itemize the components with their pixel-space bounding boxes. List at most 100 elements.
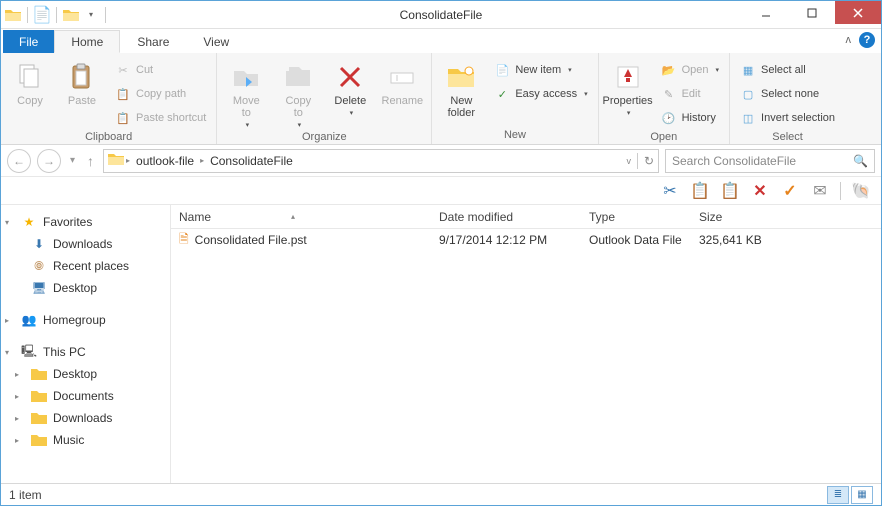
- ribbon-tabs: File Home Share View ʌ ?: [1, 29, 881, 53]
- ribbon-collapse-icon[interactable]: ʌ: [846, 34, 852, 46]
- sidebar-item-documents[interactable]: ▸Documents: [1, 385, 170, 407]
- mail-icon[interactable]: ✉: [810, 181, 830, 201]
- new-item-button[interactable]: 📄New item▾: [490, 59, 591, 81]
- clipboard-icon[interactable]: 📋: [720, 181, 740, 201]
- new-doc-icon[interactable]: 📄: [34, 7, 50, 23]
- status-bar: 1 item ≣ ▦: [1, 483, 881, 505]
- new-group: New folder 📄New item▾ ✓Easy access▾ New: [432, 53, 598, 144]
- address-dropdown-icon[interactable]: v: [626, 156, 631, 166]
- paste-shortcut-icon: 📋: [115, 110, 131, 126]
- column-date[interactable]: Date modified: [431, 210, 581, 224]
- copy-to-button[interactable]: Copy to▾: [275, 59, 321, 129]
- minimize-button[interactable]: [743, 1, 789, 24]
- folder-icon: [31, 388, 47, 404]
- move-to-button[interactable]: Move to▾: [223, 59, 269, 129]
- easy-access-button[interactable]: ✓Easy access▾: [490, 83, 591, 105]
- copy-button[interactable]: Copy: [7, 59, 53, 107]
- check-icon[interactable]: ✓: [780, 181, 800, 201]
- desktop-icon: 🖥: [31, 280, 47, 296]
- rename-button[interactable]: Rename: [379, 59, 425, 107]
- open-label: Open: [605, 129, 723, 146]
- help-icon[interactable]: ?: [859, 32, 875, 48]
- qat-dropdown-icon[interactable]: ▾: [83, 7, 99, 23]
- icons-view-button[interactable]: ▦: [851, 486, 873, 504]
- paste-shortcut-button[interactable]: 📋Paste shortcut: [111, 107, 210, 129]
- sidebar-item-desktop[interactable]: ▸Desktop: [1, 363, 170, 385]
- refresh-icon[interactable]: ↻: [644, 154, 654, 168]
- back-button[interactable]: ←: [7, 149, 31, 173]
- copy-icon[interactable]: 📋: [690, 181, 710, 201]
- search-input[interactable]: Search ConsolidateFile 🔍: [665, 149, 875, 173]
- edit-button[interactable]: ✎Edit: [657, 83, 723, 105]
- new-label: New: [438, 127, 591, 144]
- open-group: Properties▾ 📂Open▾ ✎Edit 🕑History Open: [599, 53, 730, 144]
- share-tab[interactable]: Share: [120, 30, 186, 53]
- address-bar[interactable]: ▸ outlook-file ▸ ConsolidateFile v ↻: [103, 149, 659, 173]
- breadcrumb[interactable]: ConsolidateFile: [206, 154, 297, 168]
- sidebar-item-recent-places[interactable]: 🞋Recent places: [1, 255, 170, 277]
- file-tab[interactable]: File: [3, 30, 54, 53]
- edit-icon: ✎: [661, 86, 677, 102]
- clipboard-group: Copy Paste ✂Cut 📋Copy path 📋Paste shortc…: [1, 53, 217, 144]
- this-pc-root[interactable]: ▾🖳This PC: [1, 341, 170, 363]
- new-folder-icon: [445, 61, 477, 93]
- organize-label: Organize: [223, 129, 425, 146]
- file-list: Name▴ Date modified Type Size 🗎Consolida…: [171, 205, 881, 483]
- properties-icon: [612, 61, 644, 93]
- close-button[interactable]: [835, 1, 881, 24]
- folder-icon: [5, 7, 21, 23]
- homegroup-root[interactable]: ▸👥Homegroup: [1, 309, 170, 331]
- item-count: 1 item: [9, 488, 42, 502]
- sidebar-item-desktop[interactable]: 🖥Desktop: [1, 277, 170, 299]
- select-label: Select: [736, 129, 839, 146]
- paste-icon: [66, 61, 98, 93]
- title-bar: 📄 ▾ ConsolidateFile: [1, 1, 881, 29]
- copy-path-button[interactable]: 📋Copy path: [111, 83, 210, 105]
- invert-selection-button[interactable]: ◫Invert selection: [736, 107, 839, 129]
- details-view-button[interactable]: ≣: [827, 486, 849, 504]
- select-none-icon: ▢: [740, 86, 756, 102]
- scissors-icon[interactable]: ✂: [660, 181, 680, 201]
- sidebar-item-music[interactable]: ▸Music: [1, 429, 170, 451]
- pst-file-icon: 🗎: [179, 230, 189, 251]
- downloads-icon: ⬇: [31, 236, 47, 252]
- home-tab[interactable]: Home: [54, 30, 120, 53]
- history-button[interactable]: 🕑History: [657, 107, 723, 129]
- open-button[interactable]: 📂Open▾: [657, 59, 723, 81]
- column-type[interactable]: Type: [581, 210, 691, 224]
- copy-path-icon: 📋: [115, 86, 131, 102]
- delete-button[interactable]: Delete▾: [327, 59, 373, 117]
- cut-button[interactable]: ✂Cut: [111, 59, 210, 81]
- window-title: ConsolidateFile: [400, 8, 483, 22]
- easy-access-icon: ✓: [494, 86, 510, 102]
- select-all-button[interactable]: ▦Select all: [736, 59, 839, 81]
- shell-icon[interactable]: 🐚: [851, 181, 871, 201]
- maximize-button[interactable]: [789, 1, 835, 24]
- navigation-pane: ▾★Favorites ⬇Downloads 🞋Recent places 🖥D…: [1, 205, 171, 483]
- recent-locations-dropdown[interactable]: ▾: [67, 155, 78, 166]
- sidebar-item-downloads[interactable]: ⬇Downloads: [1, 233, 170, 255]
- forward-button[interactable]: →: [37, 149, 61, 173]
- sidebar-item-downloads[interactable]: ▸Downloads: [1, 407, 170, 429]
- new-folder-button[interactable]: New folder: [438, 59, 484, 119]
- delete-icon: [334, 61, 366, 93]
- select-none-button[interactable]: ▢Select none: [736, 83, 839, 105]
- folder-icon: [31, 410, 47, 426]
- sort-indicator-icon: ▴: [291, 212, 295, 221]
- pc-icon: 🖳: [21, 344, 37, 360]
- recent-icon: 🞋: [31, 258, 47, 274]
- select-group: ▦Select all ▢Select none ◫Invert selecti…: [730, 53, 845, 144]
- file-row[interactable]: 🗎Consolidated File.pst 9/17/2014 12:12 P…: [171, 229, 881, 251]
- column-size[interactable]: Size: [691, 210, 791, 224]
- navigation-bar: ← → ▾ ↑ ▸ outlook-file ▸ ConsolidateFile…: [1, 145, 881, 177]
- properties-button[interactable]: Properties▾: [605, 59, 651, 117]
- up-button[interactable]: ↑: [84, 153, 97, 169]
- column-headers: Name▴ Date modified Type Size: [171, 205, 881, 229]
- view-tab[interactable]: View: [186, 30, 246, 53]
- folder-icon[interactable]: [63, 7, 79, 23]
- favorites-root[interactable]: ▾★Favorites: [1, 211, 170, 233]
- paste-button[interactable]: Paste: [59, 59, 105, 107]
- delete-icon[interactable]: ✕: [750, 181, 770, 201]
- column-name[interactable]: Name▴: [171, 210, 431, 224]
- breadcrumb[interactable]: outlook-file: [132, 154, 198, 168]
